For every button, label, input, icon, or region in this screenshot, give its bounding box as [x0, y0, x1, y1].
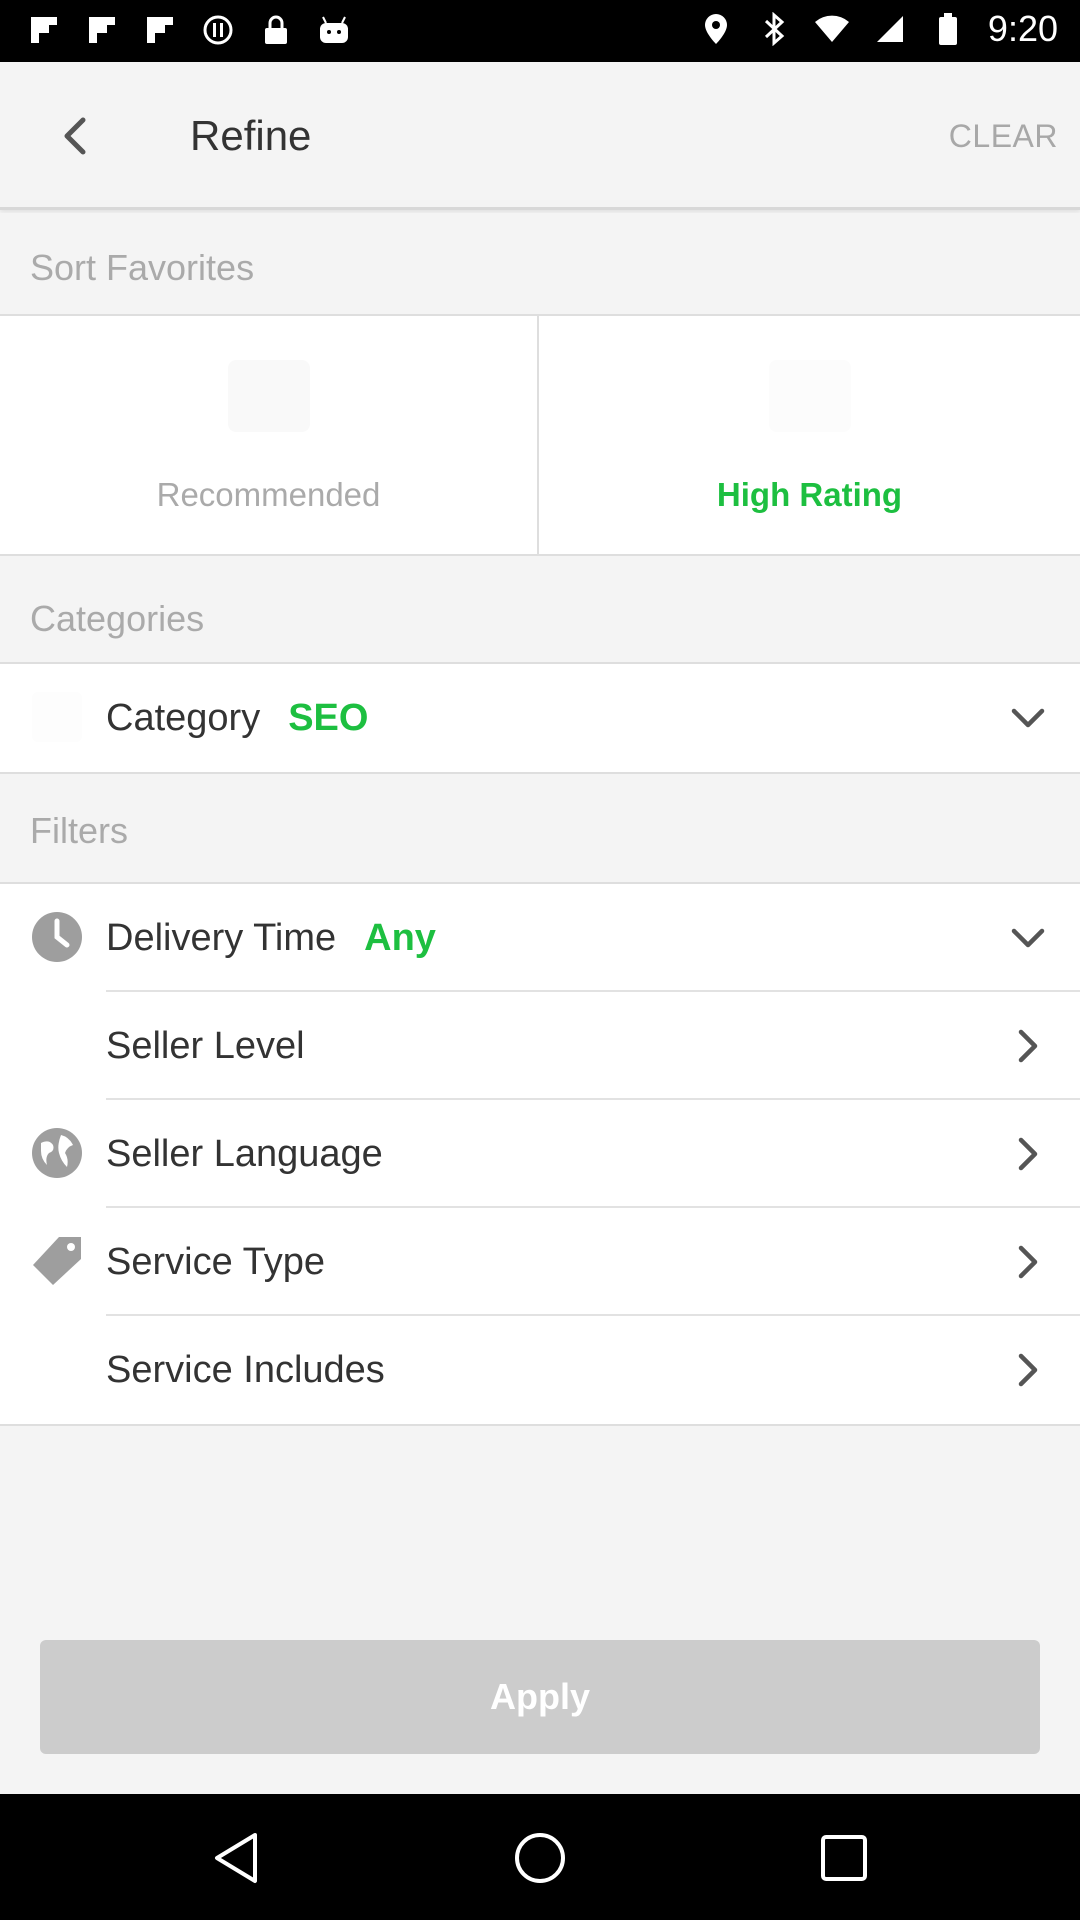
filter-row-seller-language[interactable]: Seller Language — [0, 1100, 1080, 1208]
chevron-down-icon — [1008, 918, 1048, 958]
filter-label: Seller Level — [106, 1024, 305, 1067]
globe-icon — [30, 1126, 84, 1180]
location-icon — [698, 11, 734, 47]
filter-row-service-type[interactable]: Service Type — [0, 1208, 1080, 1316]
clock-icon — [30, 910, 84, 964]
apply-button[interactable]: Apply — [40, 1640, 1040, 1754]
sort-option-recommended[interactable]: Recommended — [0, 316, 539, 556]
battery-icon — [930, 11, 966, 47]
sort-options: Recommended High Rating — [0, 316, 1080, 556]
sync-icon — [200, 12, 236, 48]
star-icon — [765, 356, 855, 436]
chevron-right-icon — [1008, 1350, 1048, 1390]
sort-option-label: High Rating — [716, 476, 903, 513]
tag-icon — [30, 1234, 84, 1288]
filter-row-delivery-time[interactable]: Delivery Time Any — [0, 884, 1080, 992]
square-recents-icon — [821, 1835, 867, 1881]
section-header-filters: Filters — [0, 774, 1080, 884]
sort-option-high-rating[interactable]: High Rating — [540, 316, 1079, 556]
clock-time: 9:20 — [987, 8, 1058, 49]
filter-row-seller-level[interactable]: Seller Level — [0, 992, 1080, 1100]
triangle-back-icon — [215, 1833, 257, 1883]
section-header-categories: Categories — [0, 558, 1080, 664]
category-icon — [30, 690, 84, 744]
section-title: Filters — [30, 810, 128, 851]
flipboard-icon — [84, 12, 120, 48]
lock-icon — [258, 12, 294, 48]
section-title: Categories — [30, 598, 205, 639]
flipboard-icon — [26, 12, 62, 48]
back-nav-button[interactable] — [208, 1830, 264, 1886]
chevron-right-icon — [1008, 1026, 1048, 1066]
bluetooth-icon — [756, 11, 792, 47]
category-label: Category — [106, 696, 261, 739]
category-label-wrap: Category SEO — [106, 697, 368, 740]
chevron-right-icon — [1008, 1242, 1048, 1282]
filter-value: Any — [364, 916, 436, 959]
category-value: SEO — [288, 696, 369, 739]
wifi-icon — [814, 11, 850, 47]
flipboard-icon — [142, 12, 178, 48]
filter-label: Service Includes — [106, 1348, 385, 1391]
recents-nav-button[interactable] — [816, 1830, 872, 1886]
page-title: Refine — [190, 112, 312, 159]
home-nav-button[interactable] — [512, 1830, 568, 1886]
arrow-back-icon — [64, 117, 86, 155]
back-button[interactable] — [44, 106, 104, 166]
sort-option-label: Recommended — [156, 476, 381, 513]
app-toolbar: Refine CLEAR — [0, 62, 1080, 210]
section-title: Sort Favorites — [30, 247, 255, 288]
signal-icon — [872, 11, 908, 47]
recommended-icon — [224, 356, 314, 436]
chevron-down-icon — [1008, 698, 1048, 738]
category-row[interactable]: Category SEO — [0, 664, 1080, 772]
category-list: Category SEO — [0, 664, 1080, 774]
system-navigation-bar — [0, 1794, 1080, 1920]
clear-button[interactable]: CLEAR — [949, 118, 1058, 155]
filter-label-wrap: Delivery Time Any — [106, 917, 436, 960]
filter-row-service-includes[interactable]: Service Includes — [0, 1316, 1080, 1424]
filter-label: Service Type — [106, 1240, 325, 1283]
status-bar: 9:20 — [0, 0, 1080, 62]
circle-home-icon — [515, 1833, 565, 1883]
section-header-sort: Sort Favorites — [0, 213, 1080, 316]
filter-label: Delivery Time — [106, 916, 337, 959]
filters-list: Delivery Time Any Seller Level Seller La… — [0, 884, 1080, 1426]
chevron-right-icon — [1008, 1134, 1048, 1174]
android-icon — [316, 12, 352, 48]
filter-label: Seller Language — [106, 1132, 383, 1175]
